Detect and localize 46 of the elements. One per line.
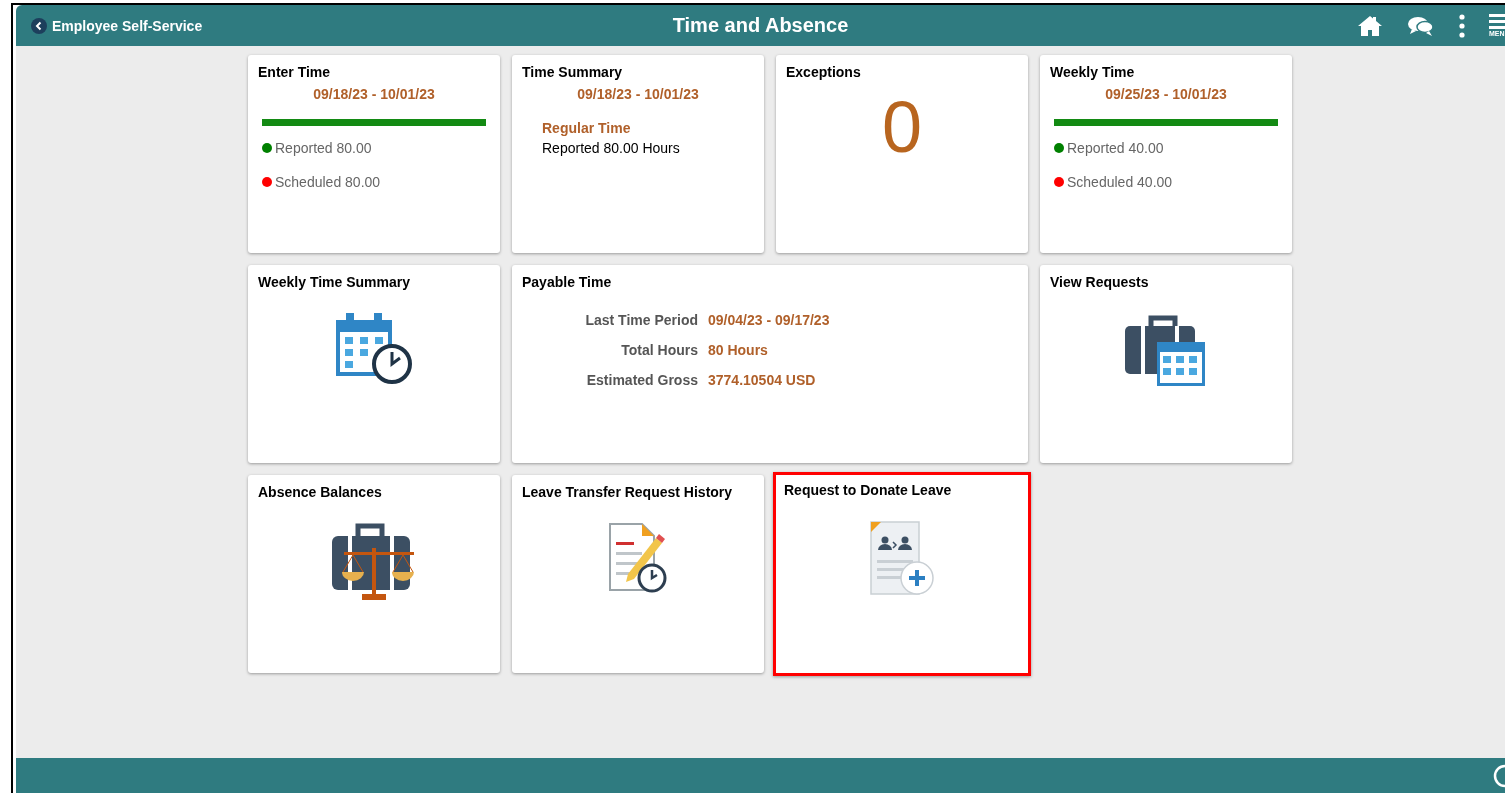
tile[interactable]: Time Summary 09/18/23 - 10/01/23 Regular Time Reported 80.00 Hours	[512, 55, 764, 253]
page-title: Time and Absence	[672, 14, 849, 37]
briefcase-scale-icon	[332, 522, 416, 602]
field-label: Total Hours	[620, 342, 698, 358]
field-value: 09/04/23 - 09/17/23	[708, 312, 831, 328]
field-value: 3774.10504 USD	[708, 372, 817, 388]
home-icon[interactable]	[1357, 14, 1383, 37]
tile[interactable]: Weekly Time 09/25/23 - 10/01/23 Reported 40.00 Scheduled 40.00	[1040, 55, 1292, 253]
tile-title: Weekly Time Summary	[258, 274, 411, 290]
tile[interactable]: Leave Transfer Request History	[512, 475, 764, 673]
date-range: 09/18/23 - 10/01/23	[576, 86, 700, 102]
field-label: Estimated Gross	[585, 372, 698, 388]
field-value: 80 Hours	[708, 342, 769, 358]
exception-count: 0	[880, 86, 923, 168]
calendar-clock-icon	[334, 312, 414, 384]
tile[interactable]: Absence Balances	[248, 475, 500, 673]
tile[interactable]: Weekly Time Summary	[248, 265, 500, 463]
document-people-plus-icon	[869, 520, 935, 596]
summary-text: Reported 80.00 Hours	[542, 140, 681, 156]
date-range: 09/18/23 - 10/01/23	[312, 86, 436, 102]
tile-title: View Requests	[1050, 274, 1150, 290]
legend-label: Reported 80.00	[275, 140, 372, 156]
summary-heading: Regular Time	[542, 120, 632, 136]
tile[interactable]: View Requests	[1040, 265, 1292, 463]
tile-title: Request to Donate Leave	[784, 482, 953, 498]
tile-title: Payable Time	[522, 274, 613, 290]
tile-title: Leave Transfer Request History	[522, 484, 734, 500]
tile[interactable]: Enter Time 09/18/23 - 10/01/23 Reported 80.00 Scheduled 80.00	[248, 55, 500, 253]
legend-label: Scheduled 80.00	[275, 174, 381, 190]
tile-title: Time Summary	[522, 64, 624, 80]
tile-title: Absence Balances	[258, 484, 383, 500]
tile[interactable]: Payable Time Last Time Period 09/04/23 - 09/17/23 Total Hours 80 Hours Estimated Gross 3774.10504 USD	[512, 265, 1028, 463]
chevron-left-icon	[31, 17, 47, 34]
legend-label: Scheduled 40.00	[1067, 174, 1173, 190]
tile-title: Exceptions	[786, 64, 862, 80]
date-range: 09/25/23 - 10/01/23	[1104, 86, 1228, 102]
tile-title: Weekly Time	[1050, 64, 1136, 80]
field-label: Last Time Period	[584, 312, 698, 328]
more-options-icon[interactable]	[1459, 13, 1465, 38]
legend-label: Reported 40.00	[1067, 140, 1164, 156]
back-button[interactable]: Employee Self-Service	[31, 17, 203, 34]
document-pencil-clock-icon	[608, 522, 668, 594]
tile[interactable]: Exceptions 0	[776, 55, 1028, 253]
tile-title: Enter Time	[258, 64, 332, 80]
chat-bubbles-icon[interactable]	[1407, 14, 1435, 37]
tile[interactable]: Request to Donate Leave	[773, 472, 1031, 676]
